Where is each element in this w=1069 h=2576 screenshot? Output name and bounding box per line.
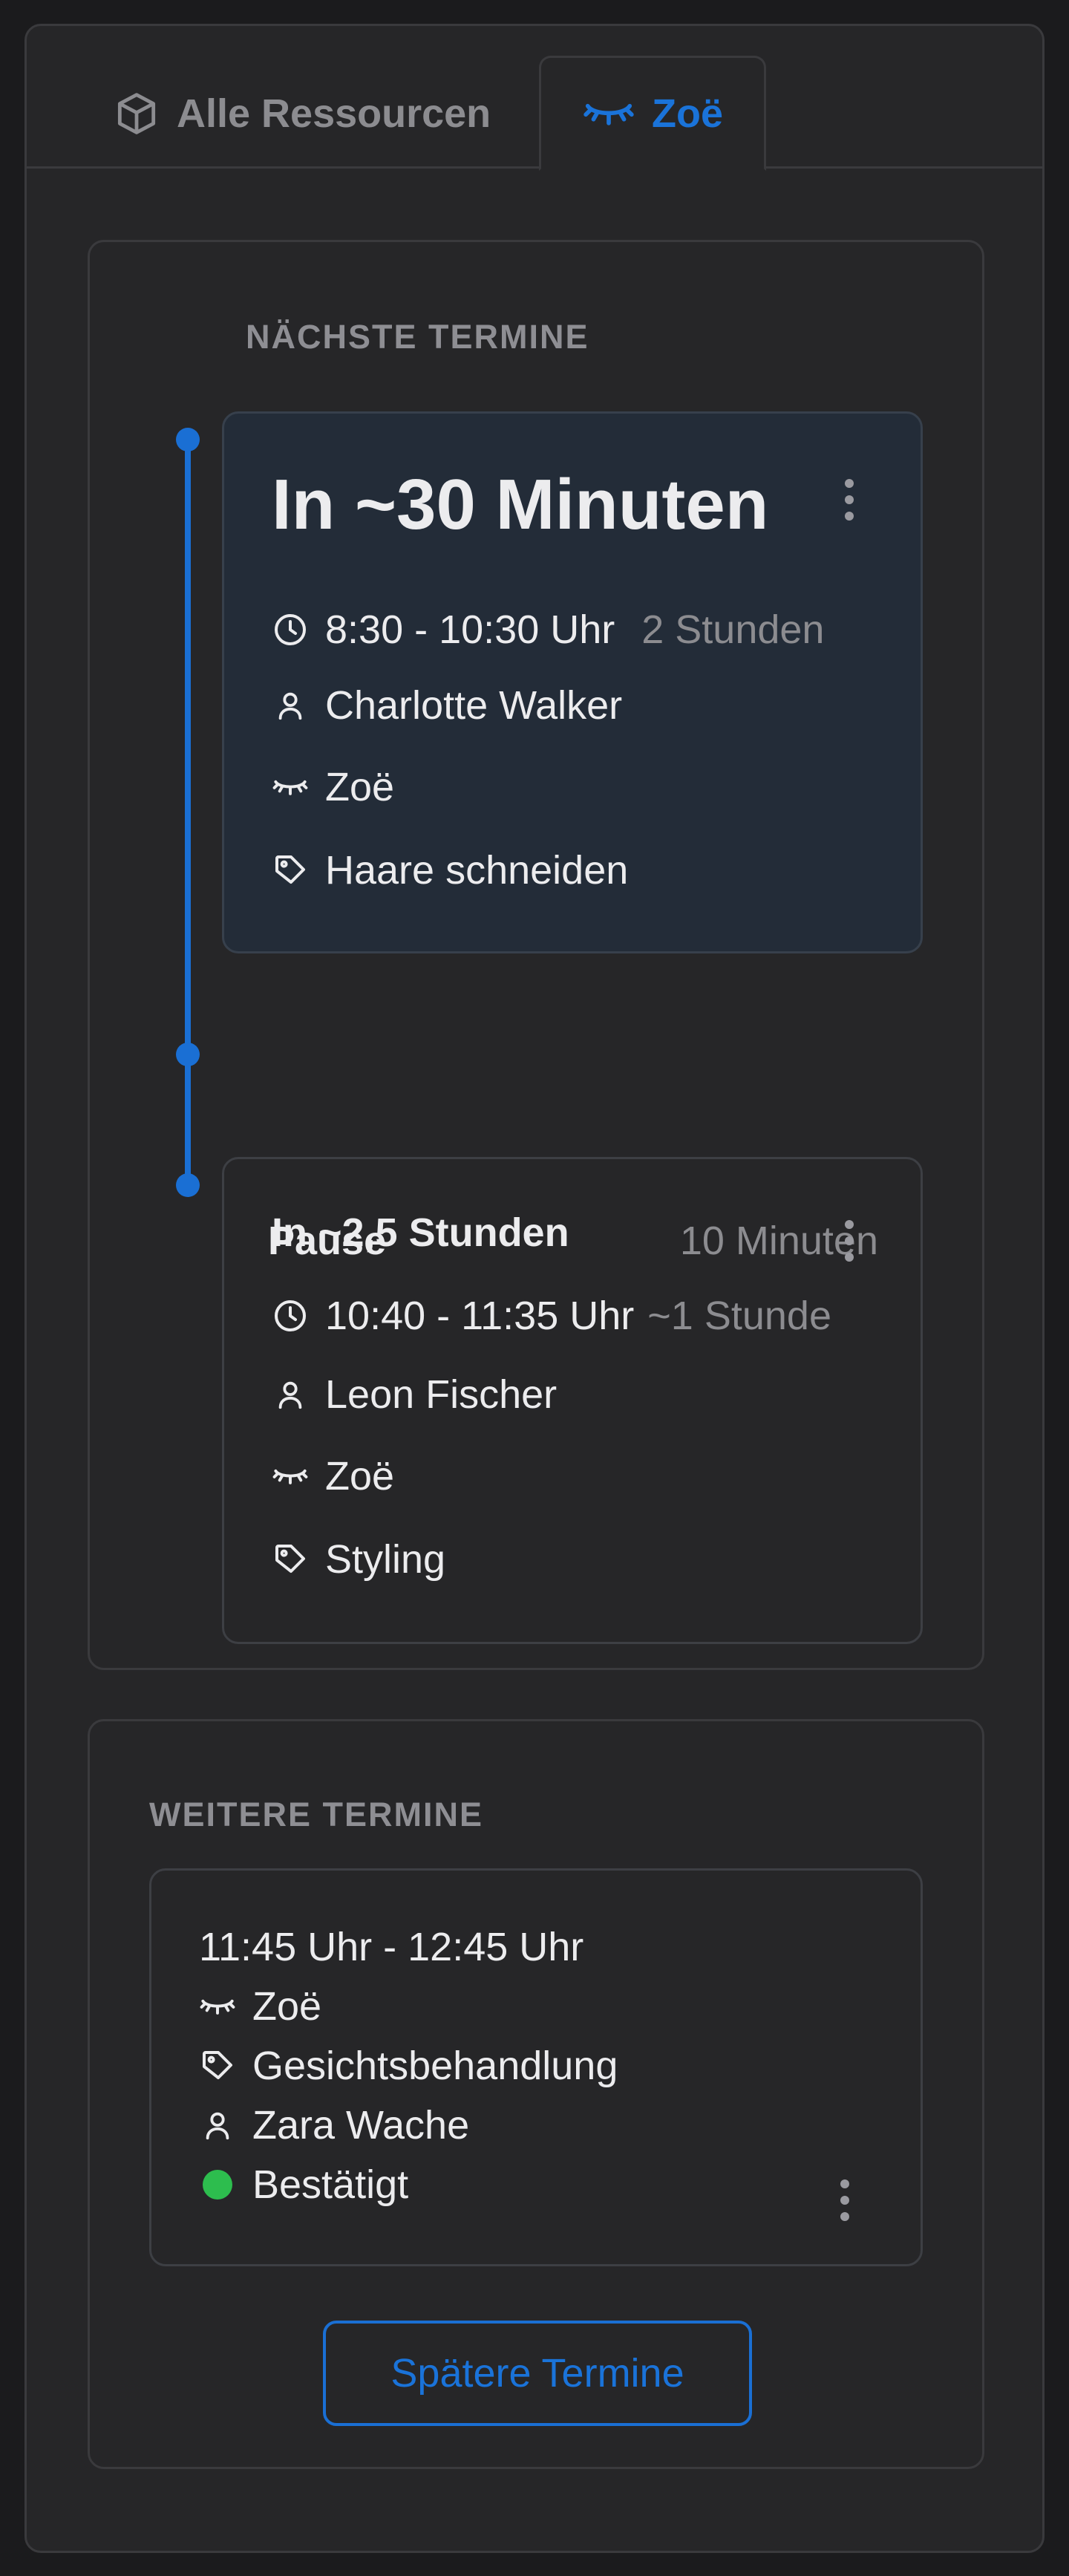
appointment-client: Charlotte Walker: [325, 683, 623, 728]
tag-icon: [272, 1541, 309, 1578]
appointment-service-row: Haare schneiden: [272, 847, 628, 893]
appointment-service-row: Gesichtsbehandlung: [199, 2043, 618, 2089]
appointment-client-row: Leon Fischer: [272, 1372, 557, 1418]
appointment-resource: Zoë: [325, 765, 395, 809]
appointment-resource: Zoë: [252, 1984, 322, 2029]
user-icon: [199, 2107, 236, 2144]
appointment-resource-row: Zoë: [272, 1453, 394, 1499]
appointment-resource-row: Zoë: [199, 1983, 321, 2029]
appointment-time: 11:45 Uhr - 12:45 Uhr: [199, 1925, 584, 1969]
appointment-service: Haare schneiden: [325, 848, 629, 893]
tab-all-resources[interactable]: Alle Ressourcen: [98, 56, 506, 171]
timeline-dot: [176, 428, 200, 451]
appointment-duration: ~1 Stunde: [647, 1294, 831, 1338]
status-dot: [199, 2166, 236, 2203]
appointment-list-item[interactable]: 11:45 Uhr - 12:45 Uhr Zoë Gesichtsbehand…: [149, 1868, 923, 2266]
eyelash-icon: [272, 769, 309, 806]
appointment-status-row: Bestätigt: [199, 2162, 408, 2208]
appointment-service: Styling: [325, 1537, 446, 1582]
next-appointments-section: NÄCHSTE TERMINE In ~30 Minuten 8:30 - 10…: [88, 240, 984, 1670]
appointment-time-row: 8:30 - 10:30 Uhr 2 Stunden: [272, 607, 824, 653]
appointment-time-row: 11:45 Uhr - 12:45 Uhr: [199, 1924, 583, 1970]
appointment-service: Gesichtsbehandlung: [252, 2044, 618, 2088]
appointment-duration: 2 Stunden: [641, 607, 825, 652]
appointment-resource: Zoë: [325, 1454, 395, 1499]
section-title: WEITERE TERMINE: [149, 1796, 484, 1833]
resource-tabs: Alle Ressourcen Zoë: [27, 26, 1042, 171]
cube-icon: [113, 90, 160, 137]
appointment-client-row: Zara Wache: [199, 2102, 469, 2148]
appointments-panel: Alle Ressourcen Zoë NÄCHSTE TERMINE In ~…: [24, 24, 1045, 2553]
appointment-time: 8:30 - 10:30 Uhr: [325, 607, 615, 652]
status-badge: Bestätigt: [252, 2162, 409, 2207]
tag-icon: [272, 852, 309, 889]
appointment-time-row: 10:40 - 11:35 Uhr ~1 Stunde: [272, 1293, 831, 1339]
more-options-icon[interactable]: [845, 1220, 854, 1262]
appointment-resource-row: Zoë: [272, 764, 394, 810]
more-options-icon[interactable]: [840, 2179, 849, 2221]
tag-icon: [199, 2047, 236, 2084]
eyelash-icon: [582, 93, 635, 134]
more-options-icon[interactable]: [845, 479, 854, 521]
tab-label: Zoë: [651, 91, 723, 136]
appointment-time: 10:40 - 11:35 Uhr: [325, 1294, 635, 1338]
clock-icon: [272, 1297, 309, 1334]
timeline-dot: [176, 1043, 200, 1066]
appointment-heading: In ~30 Minuten: [272, 465, 769, 544]
appointment-client: Zara Wache: [252, 2103, 470, 2148]
eyelash-icon: [272, 1458, 309, 1495]
appointment-client-row: Charlotte Walker: [272, 682, 622, 728]
tab-zoe[interactable]: Zoë: [539, 56, 766, 171]
more-appointments-section: WEITERE TERMINE 11:45 Uhr - 12:45 Uhr Zo…: [88, 1719, 984, 2469]
appointment-service-row: Styling: [272, 1536, 445, 1582]
appointment-heading: In ~2,5 Stunden: [272, 1210, 569, 1255]
eyelash-icon: [199, 1988, 236, 2025]
appointment-card[interactable]: In ~2,5 Stunden 10:40 - 11:35 Uhr ~1 Stu…: [222, 1157, 923, 1644]
appointment-client: Leon Fischer: [325, 1372, 558, 1417]
clock-icon: [272, 611, 309, 648]
user-icon: [272, 687, 309, 724]
timeline-dot: [176, 1173, 200, 1197]
tab-label: Alle Ressourcen: [177, 91, 491, 136]
appointment-card[interactable]: In ~30 Minuten 8:30 - 10:30 Uhr 2 Stunde…: [222, 411, 923, 953]
user-icon: [272, 1376, 309, 1413]
section-title: NÄCHSTE TERMINE: [246, 318, 589, 356]
later-appointments-button[interactable]: Spätere Termine: [323, 2321, 752, 2426]
